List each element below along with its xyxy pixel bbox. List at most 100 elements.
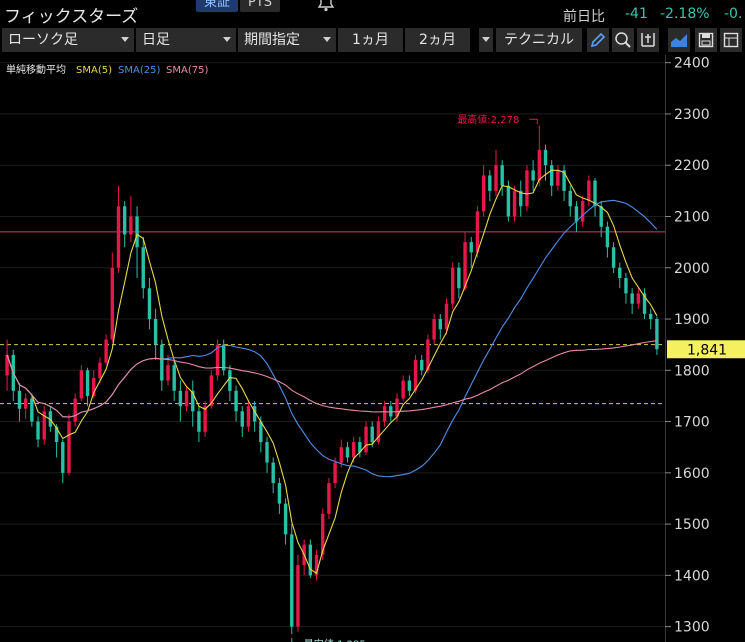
candle-body (618, 267, 622, 279)
candle-body (166, 365, 170, 381)
pencil-icon[interactable] (587, 28, 609, 52)
candle-body (389, 406, 393, 417)
candle-body (475, 211, 480, 253)
period-select[interactable]: 期間指定 (238, 28, 336, 52)
y-tick-label: 1300 (674, 620, 710, 636)
candle-body (636, 293, 641, 304)
high-label: 最高値:2,278 (457, 113, 519, 126)
candle-body (413, 360, 418, 391)
candle-body (457, 267, 461, 289)
candle-body (85, 370, 90, 396)
candle-body (308, 544, 313, 576)
candle-body (444, 303, 449, 330)
candle-body (537, 149, 542, 181)
candle-body (407, 380, 412, 391)
stock-name: フィックスターズ (4, 7, 139, 27)
candle-body (630, 293, 634, 304)
change-extra: -0. (724, 6, 743, 22)
exchange-tab-tse[interactable]: 東証 (196, 0, 239, 12)
candle-body (30, 398, 34, 422)
candle-body (129, 216, 133, 235)
y-tick-label: 2100 (674, 209, 710, 225)
exchange-tab-pts[interactable]: PTS (240, 0, 281, 12)
change-value: -41 (625, 6, 648, 22)
candle-body (67, 421, 71, 473)
candle-body (364, 426, 368, 453)
candle-body (61, 442, 65, 473)
y-tick-label: 1500 (674, 517, 710, 533)
current-price-tag: 1,841 (667, 340, 745, 359)
candle-body (420, 360, 424, 371)
candle-body (481, 175, 486, 212)
candle-body (506, 185, 511, 217)
y-tick-label: 1700 (674, 415, 710, 431)
period-label: 期間指定 (244, 32, 300, 48)
y-tick-label: 1900 (674, 312, 710, 328)
save-icon[interactable] (695, 28, 717, 52)
y-tick-label: 2200 (674, 158, 710, 174)
current-price-label: 1,841 (687, 342, 727, 358)
candle-body (197, 411, 201, 432)
chevron-down-icon (323, 37, 331, 42)
candle-body (605, 226, 610, 248)
range-more-select[interactable] (479, 28, 493, 52)
candle-body (228, 370, 232, 391)
candle-body (172, 365, 176, 391)
candle-body (525, 170, 529, 207)
bell-icon[interactable] (316, 0, 336, 12)
legend-title: 単純移動平均 (6, 63, 66, 76)
area-chart-icon[interactable] (668, 28, 690, 52)
candle-body (587, 180, 591, 202)
chevron-down-icon (223, 37, 231, 42)
interval-label: 日足 (142, 32, 170, 48)
candle-body (36, 421, 40, 440)
candle-body (240, 411, 244, 427)
candle-body (283, 503, 288, 535)
candle-body (339, 447, 343, 463)
layout-icon[interactable] (720, 28, 742, 52)
y-tick-label: 2000 (674, 261, 710, 277)
candle-body (135, 216, 139, 248)
chevron-down-icon (482, 37, 490, 42)
price-chart[interactable]: 最高値:2,278最安値:1,285 240023002200210020001… (0, 55, 745, 642)
chart-type-label: ローソク足 (8, 32, 78, 48)
y-tick-label: 1400 (674, 568, 710, 584)
legend-sma75: SMA(75) (166, 65, 208, 76)
candle-body (624, 278, 628, 294)
candle-body (277, 483, 282, 504)
candle-body (221, 344, 226, 371)
header-bar: フィックスターズ 東証 PTS 前日比 -41 -2.18% -0. (0, 0, 745, 27)
range-1-month-button[interactable]: 1ヵ月 (338, 28, 403, 52)
candle-body (556, 170, 560, 186)
candle-body (271, 462, 275, 484)
candle-body (500, 165, 504, 186)
candle-body (110, 267, 115, 340)
y-tick-label: 2400 (674, 56, 710, 72)
candle-body (153, 319, 158, 345)
change-percent: -2.18% (660, 6, 710, 22)
candle-body (333, 462, 337, 484)
candle-body (450, 267, 455, 304)
prev-day-label: 前日比 (563, 9, 605, 25)
zoom-icon[interactable] (612, 28, 634, 52)
candle-body (98, 362, 102, 378)
y-tick-label: 2300 (674, 107, 710, 123)
candle-body (345, 447, 350, 458)
candle-body (290, 534, 294, 627)
candle-body (147, 288, 152, 320)
y-tick-label: 1600 (674, 466, 710, 482)
candle-body (296, 565, 300, 627)
chart-type-select[interactable]: ローソク足 (2, 28, 134, 52)
out-icon[interactable] (637, 28, 659, 52)
candle-body (141, 247, 145, 289)
candle-body (104, 339, 108, 363)
candle-body (178, 390, 183, 407)
candle-body (549, 165, 554, 186)
candle-body (184, 390, 189, 407)
candle-body (116, 206, 121, 268)
range-2-month-button[interactable]: 2ヵ月 (405, 28, 470, 52)
interval-select[interactable]: 日足 (136, 28, 236, 52)
candle-body (568, 190, 572, 207)
technical-button[interactable]: テクニカル (496, 28, 582, 52)
candle-body (432, 319, 436, 340)
